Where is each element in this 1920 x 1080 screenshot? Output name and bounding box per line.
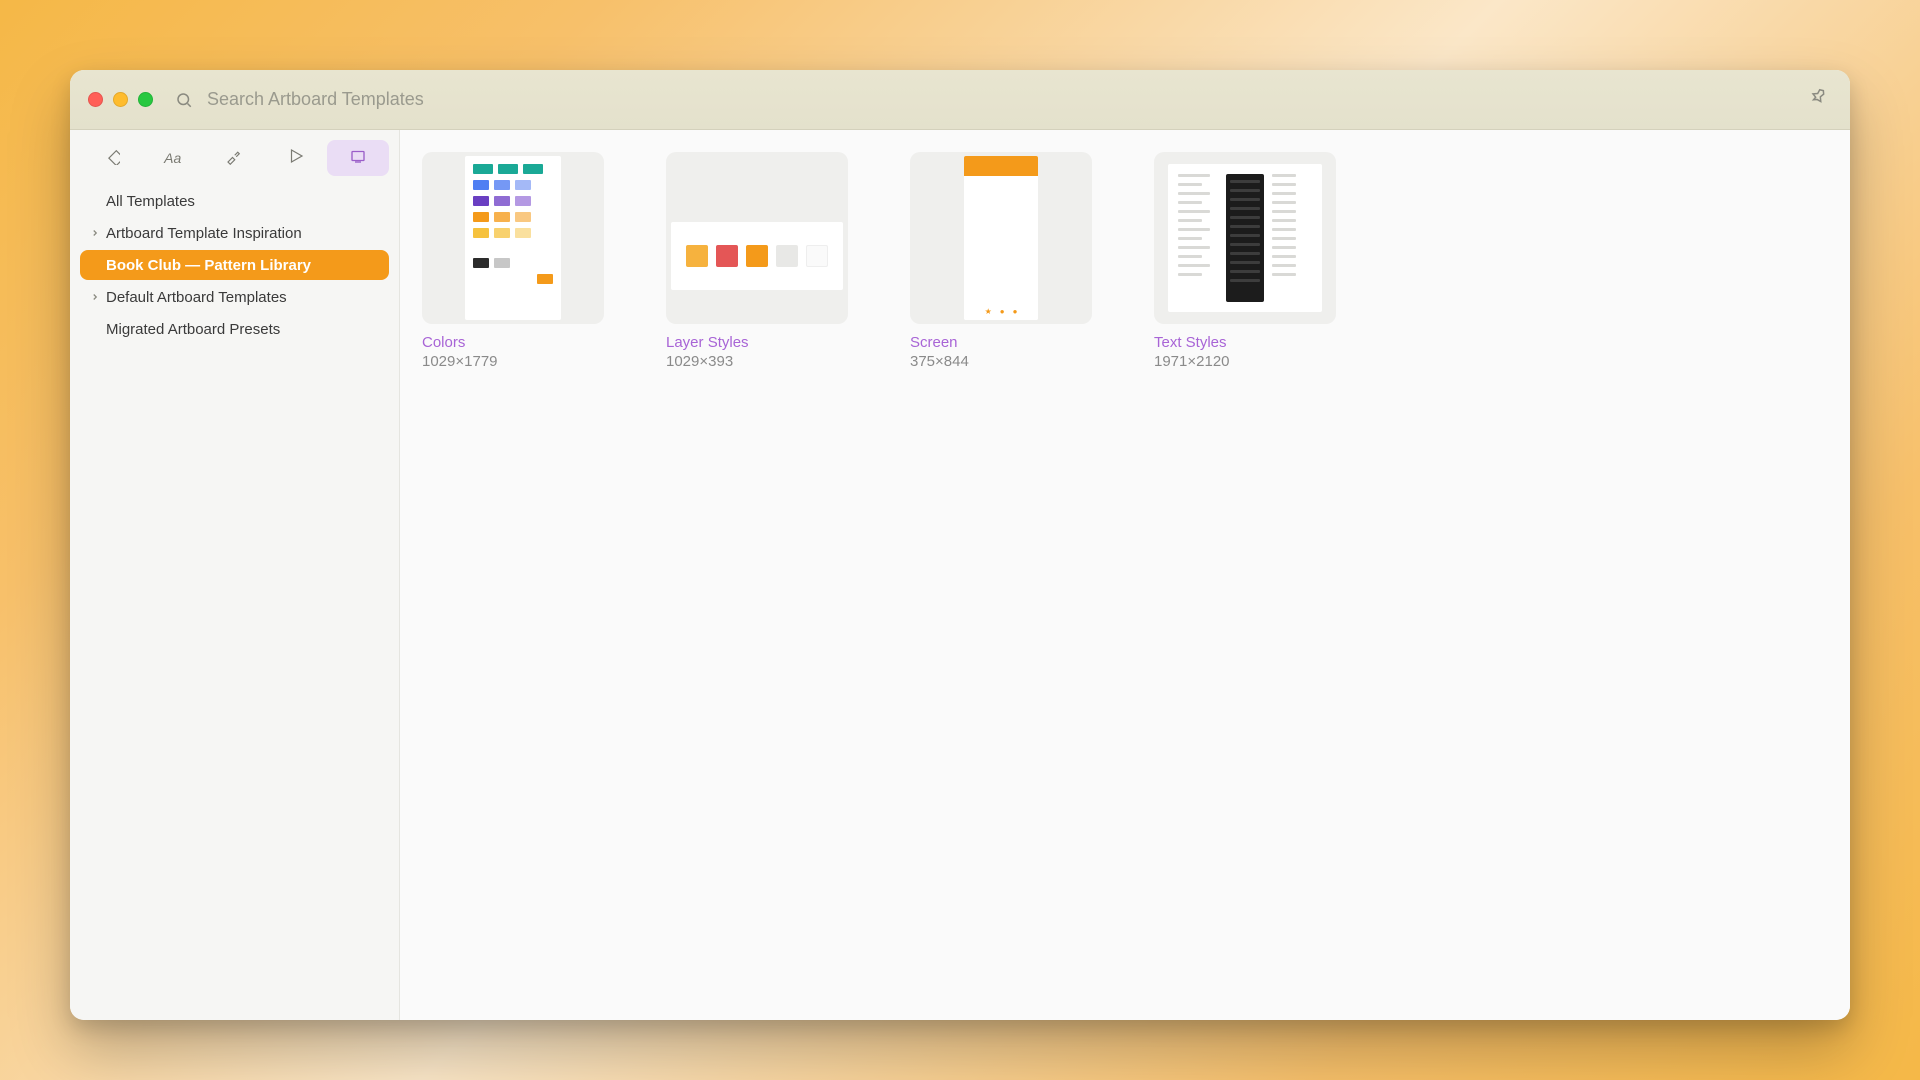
template-card-colors[interactable]: Colors 1029×1779: [422, 152, 604, 370]
template-dimensions: 1029×393: [666, 353, 848, 370]
category-tabs: Aa: [80, 140, 389, 176]
eyedropper-icon: [225, 147, 243, 170]
template-card-screen[interactable]: ★ ● ● Screen 375×844: [910, 152, 1092, 370]
star-icon: ●: [1013, 307, 1018, 316]
tab-color-styles[interactable]: [204, 140, 266, 176]
template-name: Layer Styles: [666, 334, 848, 351]
template-card-text-styles[interactable]: Text Styles 1971×2120: [1154, 152, 1336, 370]
sidebar: Aa: [70, 130, 400, 1020]
text-icon: Aa: [164, 150, 181, 166]
template-name: Text Styles: [1154, 334, 1336, 351]
template-name: Screen: [910, 334, 1092, 351]
pin-button[interactable]: [1804, 83, 1832, 116]
template-dimensions: 375×844: [910, 353, 1092, 370]
window-body: Aa: [70, 130, 1850, 1020]
tab-symbols[interactable]: [265, 140, 327, 176]
tab-text-styles[interactable]: Aa: [142, 140, 204, 176]
chevron-right-icon: [88, 292, 102, 302]
diamond-icon: [102, 147, 120, 170]
template-grid: Colors 1029×1779 Layer Styles: [400, 130, 1850, 1020]
sidebar-item-label: Migrated Artboard Presets: [106, 321, 377, 338]
template-source-list: All Templates Artboard Template Inspirat…: [80, 186, 389, 344]
sidebar-item-label: Artboard Template Inspiration: [106, 225, 377, 242]
sidebar-item-label: Default Artboard Templates: [106, 289, 377, 306]
sidebar-item-all-templates[interactable]: All Templates: [80, 186, 389, 216]
template-name: Colors: [422, 334, 604, 351]
template-browser-window: Aa: [70, 70, 1850, 1020]
template-thumbnail: [1154, 152, 1336, 324]
search-icon: [175, 91, 193, 109]
template-thumbnail: [422, 152, 604, 324]
star-icon: ★: [985, 307, 992, 316]
close-window-button[interactable]: [88, 92, 103, 107]
tab-components[interactable]: [80, 140, 142, 176]
sidebar-item-migrated-presets[interactable]: Migrated Artboard Presets: [80, 314, 389, 344]
titlebar: [70, 70, 1850, 130]
template-dimensions: 1029×1779: [422, 353, 604, 370]
sidebar-item-default-templates[interactable]: Default Artboard Templates: [80, 282, 389, 312]
sidebar-item-label: Book Club — Pattern Library: [106, 257, 377, 274]
sidebar-item-book-club[interactable]: Book Club — Pattern Library: [80, 250, 389, 280]
sidebar-item-inspiration[interactable]: Artboard Template Inspiration: [80, 218, 389, 248]
template-thumbnail: [666, 152, 848, 324]
minimize-window-button[interactable]: [113, 92, 128, 107]
artboard-icon: [349, 147, 367, 170]
maximize-window-button[interactable]: [138, 92, 153, 107]
star-icon: ●: [1000, 307, 1005, 316]
traffic-lights: [88, 92, 153, 107]
chevron-right-icon: [88, 228, 102, 238]
tab-artboard-templates[interactable]: [327, 140, 389, 176]
template-card-layer-styles[interactable]: Layer Styles 1029×393: [666, 152, 848, 370]
template-dimensions: 1971×2120: [1154, 353, 1336, 370]
play-icon: [287, 147, 305, 170]
search-input[interactable]: [207, 89, 1796, 110]
sidebar-item-label: All Templates: [106, 193, 377, 210]
template-thumbnail: ★ ● ●: [910, 152, 1092, 324]
